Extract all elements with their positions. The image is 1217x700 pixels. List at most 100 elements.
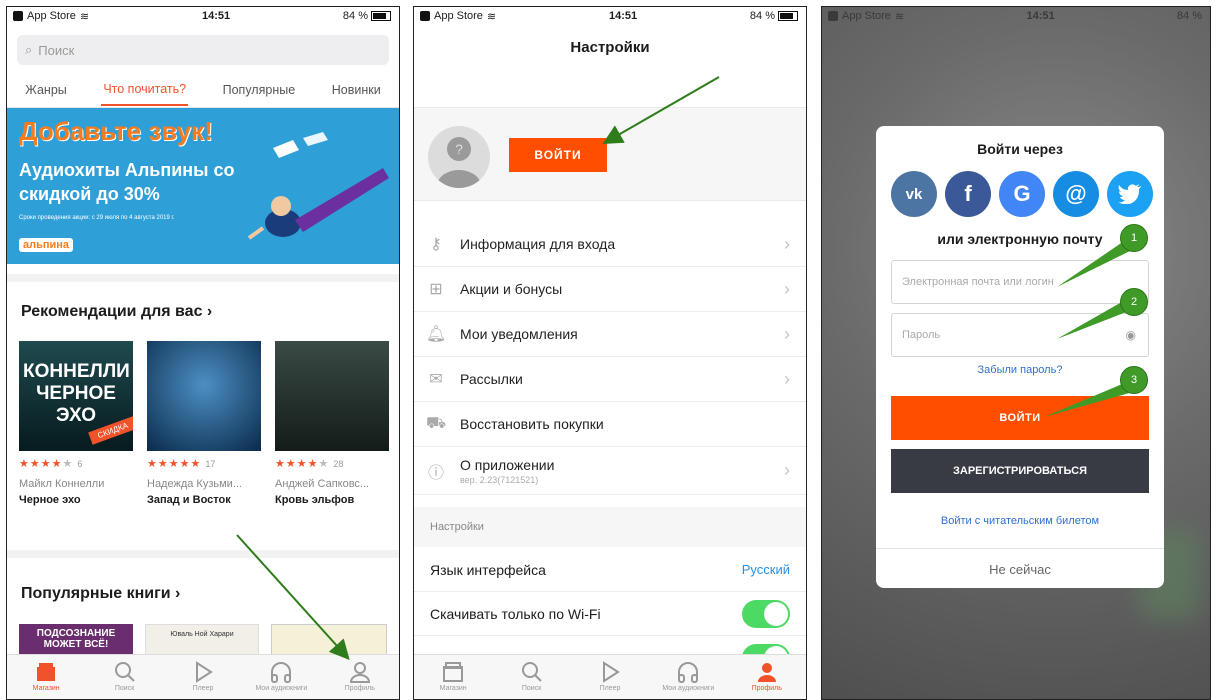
banner-fine-print: Сроки проведения акции: с 29 июля по 4 а… bbox=[19, 215, 175, 221]
tab-label: Поиск bbox=[521, 685, 542, 692]
menu-item-restore-purchases[interactable]: ⛟ Восстановить покупки bbox=[414, 402, 806, 447]
popular-header[interactable]: Популярные книги › bbox=[21, 585, 180, 603]
headphones-icon bbox=[271, 662, 292, 683]
step-badge-1: 1 bbox=[1120, 224, 1148, 252]
search-input[interactable]: ⌕ Поиск bbox=[17, 35, 389, 65]
gift-icon: ⊞ bbox=[429, 281, 443, 298]
login-screen: App Store ≋ 14:51 84 % Войти через vk f G… bbox=[821, 6, 1211, 700]
tab-label: Профиль bbox=[344, 685, 375, 692]
tab-player[interactable]: Плеер bbox=[575, 655, 645, 692]
language-setting[interactable]: Язык интерфейса Русский bbox=[414, 548, 806, 592]
menu-item-label: Информация для входа bbox=[460, 236, 616, 252]
popular-title: Популярные книги bbox=[21, 585, 171, 602]
recommendations-header[interactable]: Рекомендации для вас › bbox=[21, 303, 212, 321]
tab-search[interactable]: Поиск bbox=[90, 655, 160, 692]
facebook-icon: f bbox=[964, 181, 972, 206]
menu-item-newsletters[interactable]: ✉ Рассылки › bbox=[414, 357, 806, 402]
wifi-only-setting: Скачивать только по Wi-Fi bbox=[414, 592, 806, 636]
avatar: ? bbox=[428, 126, 490, 188]
email-field[interactable]: Электронная почта или логин bbox=[891, 260, 1149, 304]
book-cover: КОННЕЛЛИ ЧЕРНОЕ ЭХО СКИДКА bbox=[19, 341, 133, 451]
menu-item-label: О приложении вер. 2.23(7121521) bbox=[460, 457, 554, 485]
cover-text: Юваль Ной Харари bbox=[170, 631, 234, 638]
settings-screen: App Store ≋ 14:51 84 % Настройки ? ВОЙТИ … bbox=[413, 6, 807, 700]
settings-menu: ⚷ Информация для входа › ⊞ Акции и бонус… bbox=[414, 222, 806, 495]
tab-profile[interactable]: Профиль bbox=[732, 655, 802, 692]
login-button[interactable]: ВОЙТИ bbox=[509, 138, 607, 172]
rating-stars: ★★★★★ 6 bbox=[19, 458, 83, 470]
reader-ticket-link[interactable]: Войти с читательским билетом bbox=[876, 515, 1164, 527]
promo-banner[interactable]: Добавьте звук! Аудиохиты Альпины со скид… bbox=[7, 108, 399, 264]
tab-label: Плеер bbox=[192, 685, 214, 692]
password-field[interactable]: Пароль ◉ bbox=[891, 313, 1149, 357]
vk-login-button[interactable]: vk bbox=[891, 171, 937, 217]
tab-new[interactable]: Новинки bbox=[330, 75, 383, 105]
tab-store[interactable]: Магазин bbox=[11, 655, 81, 692]
rating-count: 6 bbox=[77, 459, 83, 469]
email-placeholder: Электронная почта или логин bbox=[902, 276, 1054, 288]
menu-item-notifications[interactable]: 🔔︎ Мои уведомления › bbox=[414, 312, 806, 357]
tab-popular[interactable]: Популярные bbox=[221, 75, 298, 105]
wifi-only-toggle[interactable] bbox=[742, 599, 790, 628]
book-author: Майкл Коннелли bbox=[19, 478, 105, 490]
book-cover bbox=[147, 341, 261, 451]
cover-text: ПОДСОЗНАНИЕ МОЖЕТ ВСЁ! bbox=[36, 628, 116, 650]
book-author: Надежда Кузьми... bbox=[147, 478, 242, 490]
tab-genres[interactable]: Жанры bbox=[23, 75, 68, 105]
tab-what-to-read[interactable]: Что почитать? bbox=[101, 74, 189, 106]
chevron-right-icon: › bbox=[784, 278, 790, 299]
app-store-icon bbox=[828, 11, 838, 21]
facebook-login-button[interactable]: f bbox=[945, 171, 991, 217]
mailru-login-button[interactable]: @ bbox=[1053, 171, 1099, 217]
login-dialog: Войти через vk f G @ или электронную поч… bbox=[876, 126, 1164, 588]
wifi-icon: ≋ bbox=[894, 10, 905, 23]
cart-icon: ⛟ bbox=[425, 415, 447, 432]
tab-profile[interactable]: Профиль bbox=[325, 655, 395, 692]
battery-percent: 84 % bbox=[342, 10, 368, 22]
app-store-icon bbox=[420, 11, 430, 21]
eye-icon[interactable]: ◉ bbox=[1126, 328, 1136, 342]
book-card[interactable]: ★★★★★ 17 Надежда Кузьми... Запад и Восток bbox=[147, 341, 261, 506]
store-screen: App Store ≋ 14:51 84 % ⌕ Поиск Жанры Что … bbox=[6, 6, 400, 700]
book-cover bbox=[275, 341, 389, 451]
register-button[interactable]: ЗАРЕГИСТРИРОВАТЬСЯ bbox=[891, 449, 1149, 493]
battery-icon bbox=[370, 11, 391, 22]
about-label: О приложении bbox=[460, 456, 555, 473]
tab-store[interactable]: Магазин bbox=[418, 655, 488, 692]
status-bar: App Store ≋ 14:51 84 % bbox=[822, 7, 1210, 25]
rating-stars: ★★★★★ 17 bbox=[147, 458, 216, 470]
carrier-label: App Store bbox=[842, 10, 891, 22]
menu-item-login-info[interactable]: ⚷ Информация для входа › bbox=[414, 222, 806, 267]
tab-my-audiobooks[interactable]: Мои аудиокниги bbox=[653, 655, 723, 692]
clock: 14:51 bbox=[1026, 10, 1055, 22]
book-title: Черное эхо bbox=[19, 494, 81, 506]
menu-item-promotions[interactable]: ⊞ Акции и бонусы › bbox=[414, 267, 806, 312]
chevron-right-icon: › bbox=[784, 460, 790, 480]
twitter-login-button[interactable] bbox=[1107, 171, 1153, 217]
at-sign-icon: @ bbox=[1065, 181, 1087, 206]
google-login-button[interactable]: G bbox=[999, 171, 1045, 217]
book-title: Кровь эльфов bbox=[275, 494, 355, 506]
banner-subtitle: Аудиохиты Альпины со скидкой до 30% bbox=[19, 160, 235, 204]
store-icon bbox=[37, 663, 56, 681]
language-value[interactable]: Русский bbox=[742, 562, 790, 577]
play-icon bbox=[195, 661, 213, 683]
tab-label: Плеер bbox=[599, 685, 621, 692]
banner-logo: альпина bbox=[19, 238, 74, 252]
book-title: Запад и Восток bbox=[147, 494, 231, 506]
info-icon: ⓘ bbox=[427, 464, 444, 482]
tab-search[interactable]: Поиск bbox=[497, 655, 567, 692]
menu-item-label: Мои уведомления bbox=[460, 326, 578, 342]
book-card[interactable]: ★★★★★ 28 Анджей Сапковс... Кровь эльфов bbox=[275, 341, 389, 506]
search-icon bbox=[521, 662, 542, 682]
login-button[interactable]: ВОЙТИ bbox=[891, 396, 1149, 440]
recommendations-list: КОННЕЛЛИ ЧЕРНОЕ ЭХО СКИДКА ★★★★★ 6 Майкл … bbox=[19, 341, 399, 506]
rating-count: 17 bbox=[205, 459, 216, 469]
menu-item-about[interactable]: ⓘ О приложении вер. 2.23(7121521) › bbox=[414, 447, 806, 495]
tab-player[interactable]: Плеер bbox=[168, 655, 238, 692]
tab-my-audiobooks[interactable]: Мои аудиокниги bbox=[246, 655, 316, 692]
search-icon bbox=[114, 662, 135, 682]
not-now-button[interactable]: Не сейчас bbox=[876, 548, 1164, 588]
book-card[interactable]: КОННЕЛЛИ ЧЕРНОЕ ЭХО СКИДКА ★★★★★ 6 Майкл … bbox=[19, 341, 133, 506]
rating-count: 28 bbox=[333, 459, 344, 469]
